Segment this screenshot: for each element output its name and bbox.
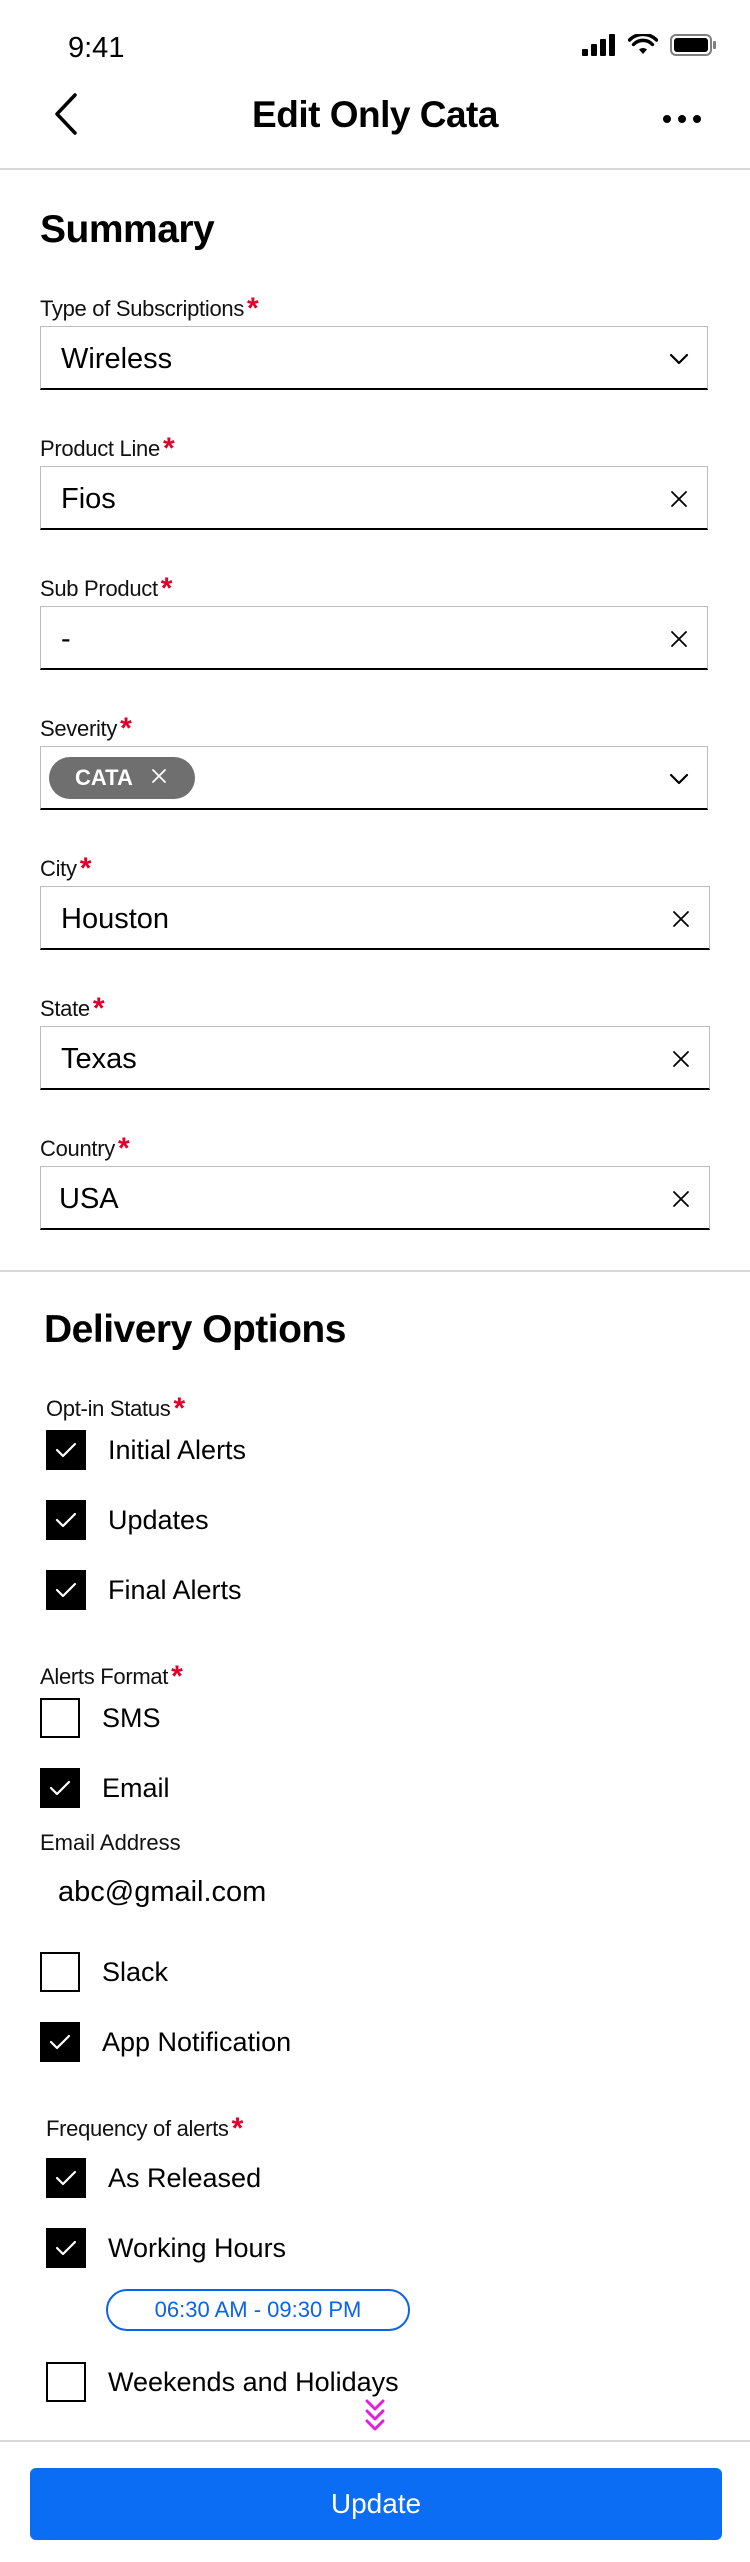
- country-label: Country *: [40, 1132, 130, 1165]
- status-bar: 9:41: [0, 0, 750, 90]
- checkbox-label: As Released: [108, 2162, 262, 2193]
- checkbox-label: Updates: [108, 1504, 209, 1535]
- status-icons: [582, 32, 716, 61]
- checkbox[interactable]: [46, 1430, 86, 1470]
- frequency-working-hours[interactable]: Working Hours: [46, 2228, 286, 2268]
- check-icon: [49, 1780, 71, 1796]
- city-value: Houston: [61, 903, 170, 935]
- frequency-as-released[interactable]: As Released: [46, 2158, 261, 2198]
- clear-icon[interactable]: [667, 487, 691, 511]
- opt-in-final-alerts[interactable]: Final Alerts: [46, 1570, 242, 1610]
- clear-icon[interactable]: [669, 1187, 693, 1211]
- checkbox-label: Final Alerts: [108, 1574, 242, 1605]
- chip-remove-icon[interactable]: [151, 768, 167, 789]
- alerts-format-label: Alerts Format *: [40, 1660, 183, 1693]
- battery-icon: [670, 34, 716, 61]
- severity-chip: CATA: [49, 757, 195, 799]
- frequency-of-alerts-label: Frequency of alerts *: [46, 2112, 243, 2145]
- check-icon: [55, 1582, 77, 1598]
- chevron-down-icon: [667, 767, 691, 791]
- checkbox-label: Initial Alerts: [108, 1434, 247, 1465]
- checkbox-label: App Notification: [102, 2026, 292, 2057]
- page-title: Edit Only Cata: [252, 94, 498, 135]
- severity-chip-label: CATA: [75, 765, 133, 790]
- subscription-type-label: Type of Subscriptions *: [40, 292, 259, 325]
- severity-select[interactable]: CATA: [40, 746, 708, 810]
- opt-in-initial-alerts[interactable]: Initial Alerts: [46, 1430, 246, 1470]
- bottom-action-bar: Update: [0, 2440, 750, 2562]
- checkbox[interactable]: [46, 2228, 86, 2268]
- clear-icon[interactable]: [667, 627, 691, 651]
- working-hours-range-pill[interactable]: 06:30 AM - 09:30 PM: [106, 2289, 410, 2331]
- sub-product-label: Sub Product *: [40, 572, 173, 605]
- checkbox-label: SMS: [102, 1702, 161, 1733]
- alerts-format-slack[interactable]: Slack: [40, 1952, 168, 1992]
- nav-bar: Edit Only Cata: [0, 84, 750, 170]
- opt-in-status-label: Opt-in Status *: [46, 1392, 185, 1425]
- alerts-format-email[interactable]: Email: [40, 1768, 170, 1808]
- status-time: 9:41: [68, 32, 125, 64]
- checkbox[interactable]: [46, 2362, 86, 2402]
- alerts-format-app-notification[interactable]: App Notification: [40, 2022, 291, 2062]
- sub-product-field[interactable]: -: [40, 606, 708, 670]
- clear-icon[interactable]: [669, 1047, 693, 1071]
- signal-icon: [582, 34, 616, 61]
- checkbox[interactable]: [46, 1500, 86, 1540]
- section-divider: [0, 1270, 750, 1272]
- product-line-label: Product Line *: [40, 432, 175, 465]
- city-field[interactable]: Houston: [40, 886, 710, 950]
- subscription-type-value: Wireless: [61, 343, 173, 375]
- update-button[interactable]: Update: [30, 2468, 722, 2540]
- severity-label: Severity *: [40, 712, 132, 745]
- alerts-format-sms[interactable]: SMS: [40, 1698, 161, 1738]
- checkbox[interactable]: [40, 2022, 80, 2062]
- more-button[interactable]: [652, 100, 712, 140]
- state-field[interactable]: Texas: [40, 1026, 710, 1090]
- checkbox[interactable]: [40, 1698, 80, 1738]
- more-icon: [662, 111, 702, 129]
- checkbox-label: Weekends and Holidays: [108, 2366, 399, 2397]
- checkbox-label: Email: [102, 1772, 170, 1803]
- country-field[interactable]: USA: [40, 1166, 710, 1230]
- product-line-value: Fios: [61, 483, 116, 515]
- check-icon: [55, 2240, 77, 2256]
- scroll-down-icon: [364, 2398, 386, 2432]
- opt-in-updates[interactable]: Updates: [46, 1500, 209, 1540]
- check-icon: [55, 1442, 77, 1458]
- clear-icon[interactable]: [669, 907, 693, 931]
- checkbox-label: Working Hours: [108, 2232, 287, 2263]
- checkbox[interactable]: [46, 2158, 86, 2198]
- summary-title: Summary: [40, 208, 215, 251]
- email-address-label: Email Address: [40, 1830, 181, 1855]
- sub-product-value: -: [61, 623, 71, 655]
- state-value: Texas: [61, 1043, 137, 1075]
- country-value: USA: [59, 1183, 119, 1215]
- email-address-value[interactable]: abc@gmail.com: [58, 1876, 266, 1909]
- checkbox[interactable]: [46, 1570, 86, 1610]
- state-label: State *: [40, 992, 105, 1025]
- city-label: City *: [40, 852, 92, 885]
- check-icon: [55, 2170, 77, 2186]
- checkbox-label: Slack: [102, 1956, 169, 1987]
- delivery-options-title: Delivery Options: [44, 1308, 346, 1351]
- checkbox[interactable]: [40, 1952, 80, 1992]
- wifi-icon: [627, 32, 659, 61]
- checkbox[interactable]: [40, 1768, 80, 1808]
- product-line-field[interactable]: Fios: [40, 466, 708, 530]
- frequency-weekends-holidays[interactable]: Weekends and Holidays: [46, 2362, 399, 2402]
- subscription-type-select[interactable]: Wireless: [40, 326, 708, 390]
- chevron-down-icon: [667, 347, 691, 371]
- check-icon: [55, 1512, 77, 1528]
- check-icon: [49, 2034, 71, 2050]
